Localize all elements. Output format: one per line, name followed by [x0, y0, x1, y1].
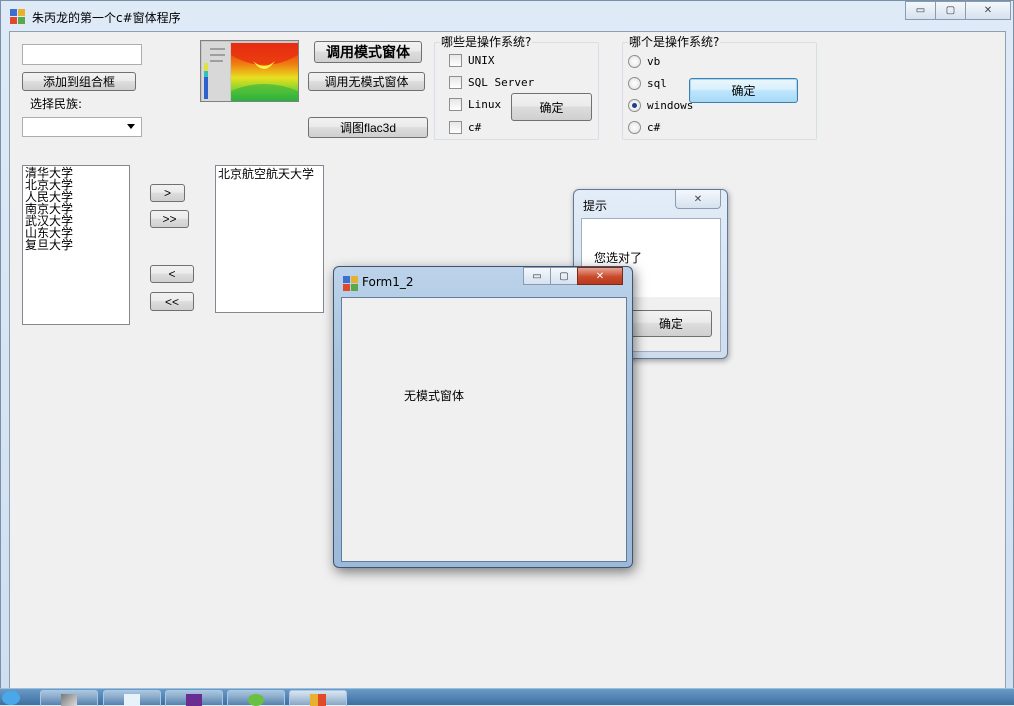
minimize-button[interactable]: ▭: [523, 267, 550, 285]
heatmap-image: [200, 40, 299, 102]
form1-2-caption-buttons: ▭ ▢ ✕: [523, 267, 623, 285]
chevron-down-icon[interactable]: [127, 124, 135, 129]
checkbox-sql-server[interactable]: SQL Server: [449, 76, 534, 89]
move-all-right-button[interactable]: >>: [150, 210, 189, 228]
radio-circle[interactable]: [628, 99, 641, 112]
heatmap-graphic: [201, 41, 298, 101]
message-ok-button[interactable]: 确定: [630, 310, 712, 337]
move-all-left-button[interactable]: <<: [150, 292, 194, 311]
checkbox-label: UNIX: [468, 54, 495, 67]
message-dialog-title: 提示: [583, 199, 608, 213]
browser-icon: [248, 694, 264, 706]
close-button[interactable]: ✕: [577, 267, 623, 285]
university-listbox-right[interactable]: 北京航空航天大学: [215, 165, 324, 313]
radio-group-title: 哪个是操作系统?: [628, 33, 721, 50]
minimize-button[interactable]: ▭: [905, 1, 935, 20]
modeless-label: 无模式窗体: [404, 389, 465, 403]
taskbar-app-visual-studio[interactable]: [165, 690, 223, 706]
checkbox-box[interactable]: [449, 76, 462, 89]
checkbox-group-title: 哪些是操作系统?: [440, 33, 533, 50]
move-one-left-button[interactable]: <: [150, 265, 194, 283]
form1-2-window: Form1_2 ▭ ▢ ✕ 无模式窗体: [333, 266, 633, 568]
checkbox-box[interactable]: [449, 98, 462, 111]
checkbox-csharp[interactable]: c#: [449, 121, 481, 134]
message-text: 您选对了: [594, 251, 643, 265]
window-title: 朱丙龙的第一个c#窗体程序: [32, 11, 181, 25]
tools-icon: [61, 694, 77, 706]
maximize-icon: ▢: [559, 270, 569, 282]
radio-label: sql: [647, 77, 667, 90]
app-icon: [343, 276, 359, 292]
main-titlebar[interactable]: 朱丙龙的第一个c#窗体程序 ▭ ▢ ✕: [1, 1, 1013, 31]
close-icon: ✕: [693, 193, 703, 205]
radio-windows[interactable]: windows: [628, 99, 693, 112]
list-item[interactable]: 复旦大学: [23, 239, 129, 251]
maximize-button[interactable]: ▢: [550, 267, 577, 285]
checkbox-box[interactable]: [449, 121, 462, 134]
radio-ok-button[interactable]: 确定: [689, 78, 798, 103]
maximize-icon: ▢: [945, 5, 956, 16]
taskbar-app-tools[interactable]: [40, 690, 98, 706]
radio-label: c#: [647, 121, 661, 134]
taskbar-app-browser[interactable]: [227, 690, 285, 706]
visual-studio-icon: [186, 694, 202, 706]
open-modeless-button[interactable]: 调用无模式窗体: [308, 72, 425, 91]
radio-csharp[interactable]: c#: [628, 121, 660, 134]
radio-label: windows: [647, 99, 694, 112]
taskbar-app-explorer[interactable]: [103, 690, 161, 706]
form1-2-title: Form1_2: [362, 275, 414, 289]
close-button[interactable]: ✕: [965, 1, 1011, 20]
radio-circle[interactable]: [628, 55, 641, 68]
input-textbox[interactable]: [22, 44, 142, 65]
message-dialog-close-button[interactable]: ✕: [675, 190, 721, 209]
radio-label: vb: [647, 55, 661, 68]
app-icon: [310, 694, 326, 706]
minimize-icon: ▭: [532, 270, 542, 282]
taskbar-app-winform[interactable]: [289, 690, 347, 706]
radio-vb[interactable]: vb: [628, 55, 660, 68]
open-modal-button[interactable]: 调用模式窗体: [314, 41, 422, 63]
maximize-button[interactable]: ▢: [935, 1, 965, 20]
form1-2-client-area: 无模式窗体: [341, 297, 627, 562]
checkbox-box[interactable]: [449, 54, 462, 67]
caption-buttons: ▭ ▢ ✕: [905, 1, 1011, 20]
university-listbox-left[interactable]: 清华大学 北京大学 人民大学 南京大学 武汉大学 山东大学 复旦大学: [22, 165, 130, 325]
minimize-icon: ▭: [915, 5, 926, 16]
start-orb-icon[interactable]: [2, 691, 20, 705]
taskbar: [0, 688, 1014, 706]
checkbox-label: SQL Server: [468, 76, 535, 89]
radio-sql[interactable]: sql: [628, 77, 667, 90]
close-icon: ✕: [595, 270, 605, 282]
checkbox-linux[interactable]: Linux: [449, 98, 501, 111]
radio-circle[interactable]: [628, 77, 641, 90]
list-item[interactable]: 北京航空航天大学: [216, 167, 323, 181]
checkbox-label: Linux: [468, 98, 502, 111]
app-icon: [10, 9, 26, 25]
radio-circle[interactable]: [628, 121, 641, 134]
close-icon: ✕: [983, 5, 993, 16]
nation-combobox[interactable]: [22, 117, 142, 137]
checkbox-label: c#: [468, 121, 482, 134]
add-to-combo-button[interactable]: 添加到组合框: [22, 72, 136, 91]
checkbox-ok-button[interactable]: 确定: [511, 93, 592, 121]
document-icon: [124, 694, 140, 706]
open-flac3d-button[interactable]: 调图flac3d: [308, 117, 428, 138]
nation-label: 选择民族:: [30, 97, 83, 111]
checkbox-unix[interactable]: UNIX: [449, 54, 495, 67]
move-one-right-button[interactable]: >: [150, 184, 185, 202]
